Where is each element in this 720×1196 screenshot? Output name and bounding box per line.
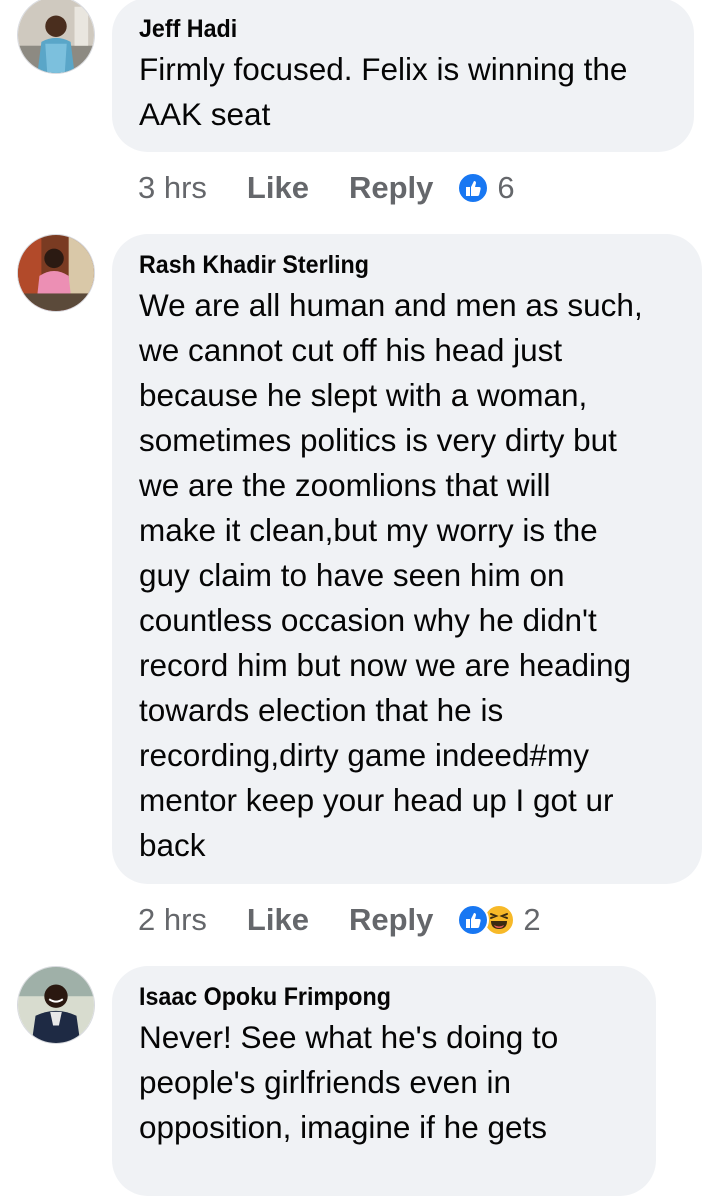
like-reaction-icon <box>457 904 490 936</box>
profile-photo-icon <box>18 235 94 311</box>
commenter-name[interactable]: Rash Khadir Sterling <box>139 250 637 280</box>
profile-photo-icon <box>18 967 94 1043</box>
commenter-name[interactable]: Jeff Hadi <box>139 14 629 44</box>
reaction-count: 6 <box>497 170 515 205</box>
comment-meta: 2 hrs Like Reply 2 <box>138 900 541 940</box>
reply-button[interactable]: Reply <box>349 902 433 938</box>
reaction-summary[interactable]: 6 <box>457 170 515 206</box>
like-reaction-icon <box>457 172 490 204</box>
reaction-count: 2 <box>523 902 541 937</box>
comment-timestamp[interactable]: 2 hrs <box>138 902 207 938</box>
comment-timestamp[interactable]: 3 hrs <box>138 170 207 206</box>
like-button[interactable]: Like <box>247 170 309 206</box>
comment-bubble: Jeff Hadi Firmly focused. Felix is winni… <box>112 0 694 152</box>
avatar[interactable] <box>17 234 95 312</box>
reply-button[interactable]: Reply <box>349 170 433 206</box>
comment-bubble: Isaac Opoku Frimpong Never! See what he'… <box>112 966 656 1196</box>
reaction-summary[interactable]: 2 <box>457 902 541 938</box>
avatar[interactable] <box>17 0 95 74</box>
comment-meta: 3 hrs Like Reply 6 <box>138 168 515 208</box>
profile-photo-icon <box>18 0 94 73</box>
comment-text: Firmly focused. Felix is winning the AAK… <box>139 51 628 132</box>
commenter-name[interactable]: Isaac Opoku Frimpong <box>139 982 594 1012</box>
comment-bubble: Rash Khadir Sterling We are all human an… <box>112 234 702 884</box>
comment-text: We are all human and men as such, we can… <box>139 287 643 863</box>
avatar[interactable] <box>17 966 95 1044</box>
comment-text: Never! See what he's doing to people's g… <box>139 1019 559 1145</box>
like-button[interactable]: Like <box>247 902 309 938</box>
